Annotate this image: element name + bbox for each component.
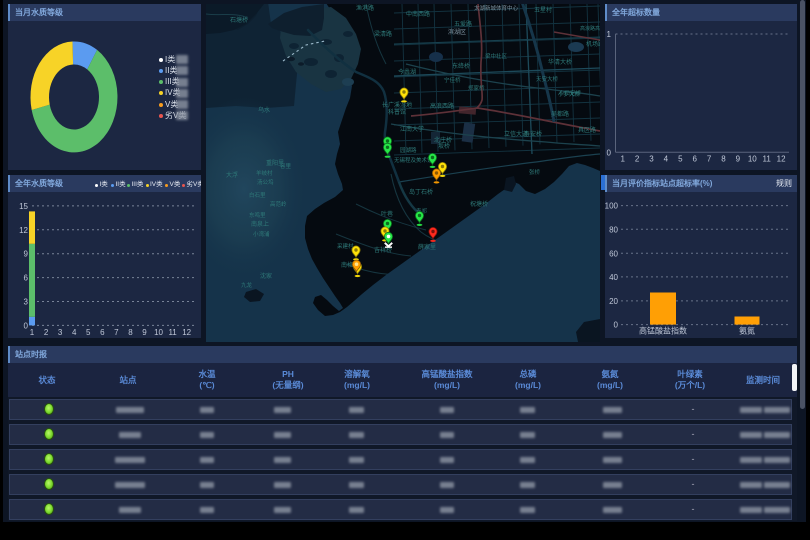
svg-text:太湖新城体育中心: 太湖新城体育中心 [474,4,519,12]
svg-text:科普馆: 科普馆 [388,108,406,116]
svg-text:40: 40 [609,273,618,282]
svg-text:白石里: 白石里 [249,191,266,199]
svg-text:9: 9 [142,328,147,337]
svg-text:汤公坞: 汤公坞 [257,178,274,186]
svg-text:7: 7 [114,328,119,337]
svg-text:薛家里: 薛家里 [418,243,436,251]
svg-text:0: 0 [607,148,612,157]
svg-text:东鸣里: 东鸣里 [249,211,266,219]
svg-text:吴都路: 吴都路 [551,110,569,118]
svg-text:12: 12 [19,226,28,235]
svg-text:12: 12 [777,155,786,164]
svg-text:今蠡湖: 今蠡湖 [398,68,416,76]
svg-text:6: 6 [24,274,29,283]
svg-text:20: 20 [609,297,618,306]
svg-text:6: 6 [100,328,105,337]
svg-text:1: 1 [607,30,612,39]
svg-text:叶巷: 叶巷 [381,210,393,218]
svg-text:无锡程及美术馆: 无锡程及美术馆 [394,156,433,164]
svg-text:5: 5 [86,328,91,337]
svg-text:容里: 容里 [280,162,292,170]
svg-text:长广溪湿地: 长广溪湿地 [382,101,412,109]
svg-text:乌水: 乌水 [258,106,270,114]
svg-text:郑家桥: 郑家桥 [468,84,485,92]
svg-text:4: 4 [664,155,669,164]
svg-text:7: 7 [707,155,712,164]
svg-text:寿安桥: 寿安桥 [524,130,542,138]
svg-text:8: 8 [128,328,133,337]
svg-text:1: 1 [620,155,625,164]
svg-text:天安大桥: 天安大桥 [536,75,559,83]
svg-text:岛丁石桥: 岛丁石桥 [409,188,433,196]
svg-text:10: 10 [154,328,163,337]
svg-text:渔港路: 渔港路 [356,4,374,12]
svg-text:南泉上: 南泉上 [251,220,269,228]
svg-text:沈家: 沈家 [260,272,272,280]
svg-text:五爱路: 五爱路 [454,20,472,28]
svg-text:张桥: 张桥 [529,168,541,176]
svg-text:3: 3 [649,155,654,164]
svg-text:4: 4 [72,328,77,337]
svg-text:小罗大桥: 小罗大桥 [558,90,581,98]
svg-text:1: 1 [30,328,35,337]
svg-text:3: 3 [58,328,63,337]
svg-text:中南西路: 中南西路 [406,10,430,18]
svg-text:小湾浦: 小湾浦 [253,230,270,238]
svg-text:9: 9 [736,155,741,164]
svg-text:北庄桥: 北庄桥 [434,136,452,144]
svg-text:石塘桥: 石塘桥 [230,16,248,24]
svg-text:6: 6 [692,155,697,164]
svg-text:大浮: 大浮 [226,171,238,179]
svg-text:0: 0 [614,321,619,330]
svg-text:祝塘桥: 祝塘桥 [470,200,488,208]
svg-text:10: 10 [748,155,757,164]
svg-text:0: 0 [24,321,29,330]
svg-text:高锰酸盐指数: 高锰酸盐指数 [639,326,687,336]
svg-text:9: 9 [24,250,29,259]
svg-text:3: 3 [24,298,29,307]
svg-text:100: 100 [605,202,619,211]
svg-text:东绛桥: 东绛桥 [452,62,470,70]
svg-text:2: 2 [635,155,640,164]
svg-text:园湖路: 园湖路 [400,146,417,154]
svg-text:高范岭: 高范岭 [270,200,287,208]
svg-text:高浪西路: 高浪西路 [430,102,454,110]
svg-text:采建村: 采建村 [337,242,354,250]
svg-text:11: 11 [763,155,772,164]
svg-text:氨氮: 氨氮 [739,326,755,336]
svg-text:2: 2 [44,328,49,337]
svg-text:11: 11 [168,328,177,337]
svg-text:高浪路高架: 高浪路高架 [580,25,600,32]
svg-text:滨湖区: 滨湖区 [448,28,466,36]
svg-text:15: 15 [19,202,28,211]
svg-text:机场路: 机场路 [586,40,600,48]
svg-text:华清大桥: 华清大桥 [548,58,572,66]
svg-text:羊岐村: 羊岐村 [256,169,273,177]
svg-text:12: 12 [182,328,191,337]
svg-text:5: 5 [678,155,683,164]
svg-text:60: 60 [609,249,618,258]
svg-text:具区路: 具区路 [578,126,596,134]
svg-text:80: 80 [609,225,618,234]
svg-text:坂桥: 坂桥 [438,142,450,150]
svg-text:8: 8 [721,155,726,164]
svg-text:梁清路: 梁清路 [374,30,392,38]
svg-text:九龙: 九龙 [241,281,253,289]
svg-text:梁中社区: 梁中社区 [485,52,508,60]
svg-text:宁佳桥: 宁佳桥 [444,76,461,84]
svg-text:五星村: 五星村 [534,6,552,14]
svg-text:江南大学: 江南大学 [400,125,424,133]
